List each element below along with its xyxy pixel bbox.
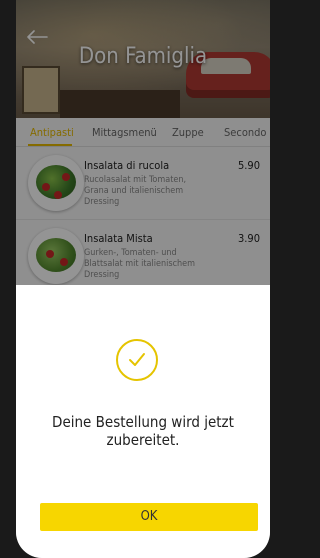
confirmation-message: Deine Bestellung wird jetzt zubereitet.	[16, 413, 270, 449]
order-confirmation-dialog: Deine Bestellung wird jetzt zubereitet. …	[16, 285, 270, 558]
confirmation-message-line2: zubereitet.	[106, 431, 180, 449]
app-screen: Don Famiglia Antipasti Mittagsmenü Zuppe…	[16, 0, 270, 558]
ok-button[interactable]: OK	[40, 503, 258, 531]
confirmation-message-line1: Deine Bestellung wird jetzt	[52, 413, 234, 431]
checkmark-icon	[116, 339, 158, 381]
